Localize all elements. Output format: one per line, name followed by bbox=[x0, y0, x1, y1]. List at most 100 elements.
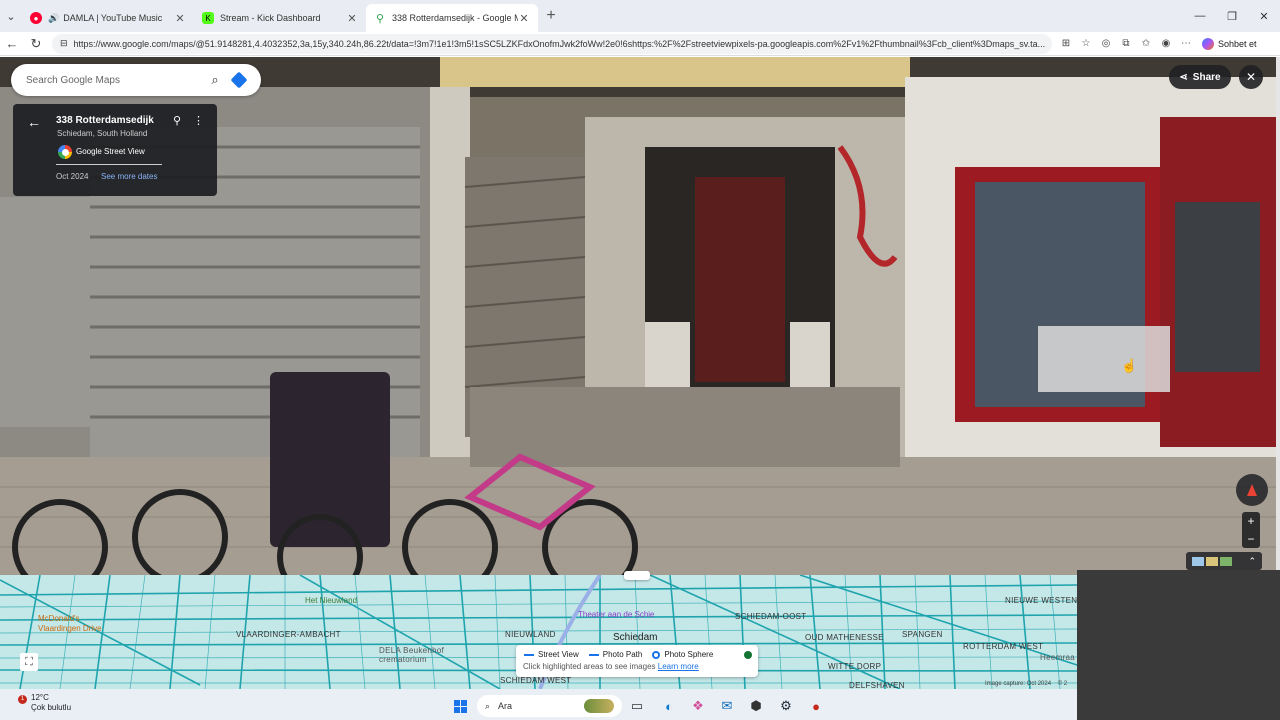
provider-label: Google Street View bbox=[76, 147, 145, 156]
speaker-icon: 🔊 bbox=[48, 12, 60, 23]
close-window-icon[interactable]: ✕ bbox=[1248, 0, 1280, 32]
app-cube-icon[interactable]: ⬢ bbox=[746, 695, 766, 717]
map-credit: Image capture: Oct 2024 © 2 bbox=[985, 681, 1068, 687]
search-icon[interactable]: ⌕ bbox=[203, 72, 227, 88]
search-highlight-image bbox=[584, 699, 614, 713]
map-label[interactable]: DELA Beukenhof crematorium bbox=[379, 646, 454, 664]
google-logo-icon bbox=[58, 145, 72, 159]
tab-title: Stream - Kick Dashboard bbox=[220, 13, 321, 23]
new-tab-button[interactable]: + bbox=[538, 7, 564, 25]
zoom-out-icon[interactable]: − bbox=[1247, 532, 1254, 546]
pegman-dot-icon[interactable] bbox=[744, 651, 752, 659]
expand-up-icon[interactable]: ⌃ bbox=[1248, 556, 1256, 567]
start-button[interactable] bbox=[450, 695, 470, 717]
profile-avatar[interactable]: ◉ bbox=[1156, 38, 1176, 49]
compass-icon[interactable] bbox=[1236, 474, 1268, 506]
tab-google-maps[interactable]: ⚲ 338 Rotterdamsedijk - Google Maps ✕ bbox=[366, 4, 538, 32]
place-subtitle: Schiedam, South Holland bbox=[57, 129, 148, 138]
map-label: VLAARDINGER-AMBACHT bbox=[236, 630, 341, 639]
window-controls: — ❐ ✕ bbox=[1184, 0, 1280, 32]
steam-icon[interactable]: ⚙ bbox=[776, 695, 796, 717]
copilot-icon bbox=[1202, 37, 1214, 50]
place-title: 338 Rotterdamsedijk bbox=[56, 115, 154, 126]
map-layers-switcher[interactable]: ⌃ bbox=[1186, 552, 1262, 570]
map-label: SCHIEDAM WEST bbox=[500, 676, 572, 685]
search-input[interactable]: Search Google Maps bbox=[26, 75, 203, 86]
favorite-star-icon[interactable]: ☆ bbox=[1076, 38, 1096, 49]
map-label: NIEUWE WESTEN bbox=[1005, 596, 1078, 605]
outlook-icon[interactable]: ✉ bbox=[717, 695, 737, 717]
restore-icon[interactable]: ❐ bbox=[1216, 0, 1248, 32]
weather-desc: Çok bulutlu bbox=[31, 703, 72, 712]
zoom-control: + − bbox=[1242, 512, 1260, 548]
map-label: SPANGEN bbox=[902, 630, 943, 639]
capture-date: Oct 2024 bbox=[56, 172, 89, 181]
minimap-side-panel bbox=[1077, 570, 1280, 720]
map-label: NIEUWLAND bbox=[505, 630, 556, 639]
map-label: OUD MATHENESSE bbox=[805, 633, 884, 642]
divider bbox=[56, 164, 162, 165]
share-label: Share bbox=[1192, 71, 1221, 83]
minimap-resize-handle[interactable] bbox=[624, 571, 650, 580]
copilot-app-icon[interactable]: ❖ bbox=[688, 695, 708, 717]
obs-icon[interactable]: ● bbox=[806, 695, 826, 717]
favorites-icon[interactable]: ✩ bbox=[1136, 38, 1156, 49]
site-info-icon[interactable]: ⊟ bbox=[60, 38, 68, 49]
address-bar-row: ← ↻ ⊟ https://www.google.com/maps/@51.91… bbox=[0, 32, 1280, 56]
copilot-button[interactable]: Sohbet et bbox=[1202, 37, 1257, 50]
legend-street-view: Street View bbox=[524, 650, 579, 659]
tracking-icon[interactable]: ◎ bbox=[1096, 38, 1116, 49]
learn-more-link[interactable]: Learn more bbox=[658, 662, 699, 671]
street-view-info-card: ← 338 Rotterdamsedijk Schiedam, South Ho… bbox=[13, 104, 217, 196]
close-street-view-button[interactable]: ✕ bbox=[1239, 65, 1263, 89]
tab-kick-dashboard[interactable]: K Stream - Kick Dashboard ✕ bbox=[194, 4, 366, 32]
edge-browser-icon[interactable]: ◐ bbox=[659, 695, 679, 717]
page-scrollbar[interactable] bbox=[1276, 57, 1280, 570]
minimize-icon[interactable]: — bbox=[1184, 0, 1216, 32]
taskbar-search[interactable]: ⌕ Ara bbox=[477, 695, 622, 717]
map-label[interactable]: Schiedam bbox=[613, 632, 657, 643]
search-icon: ⌕ bbox=[485, 700, 491, 711]
legend-photo-sphere: Photo Sphere bbox=[652, 650, 713, 659]
location-pin-icon[interactable]: ⚲ bbox=[173, 114, 181, 127]
tab-actions-chevron-icon[interactable]: ⌄ bbox=[0, 0, 22, 32]
url-field[interactable]: ⊟ https://www.google.com/maps/@51.914828… bbox=[52, 33, 1052, 54]
directions-icon[interactable] bbox=[227, 71, 251, 89]
map-label: ROTTERDAM WEST bbox=[963, 642, 1044, 651]
map-label: SCHIEDAM-OOST bbox=[735, 612, 807, 621]
map-label: Heemraa bbox=[1040, 653, 1076, 662]
browser-tab-bar: ⌄ ● 🔊 DAMLA | YouTube Music ✕ K Stream -… bbox=[0, 0, 1280, 32]
task-view-icon[interactable]: ▭ bbox=[627, 695, 647, 717]
layer-thumbnail[interactable] bbox=[1220, 556, 1232, 566]
google-maps-icon: ⚲ bbox=[375, 12, 385, 25]
street-view-legend: Street View Photo Path Photo Sphere Clic… bbox=[516, 645, 758, 677]
tab-title: 338 Rotterdamsedijk - Google Maps bbox=[392, 13, 518, 23]
share-icon: ⋖ bbox=[1179, 71, 1188, 83]
extension-icon[interactable]: ⧉ bbox=[1116, 38, 1136, 49]
reload-icon[interactable]: ↻ bbox=[24, 36, 48, 52]
map-label[interactable]: Theater aan de Schie bbox=[578, 610, 655, 619]
back-icon[interactable]: ← bbox=[0, 36, 24, 51]
zoom-in-icon[interactable]: + bbox=[1247, 514, 1254, 528]
close-tab-icon[interactable]: ✕ bbox=[346, 12, 358, 25]
taskbar-search-input[interactable]: Ara bbox=[498, 701, 512, 711]
tab-youtube-music[interactable]: ● 🔊 DAMLA | YouTube Music ✕ bbox=[22, 4, 194, 32]
map-label[interactable]: Het Nieuwland bbox=[305, 596, 357, 605]
legend-photo-path: Photo Path bbox=[588, 650, 642, 659]
expand-map-icon[interactable]: ⛶ bbox=[20, 653, 38, 671]
layer-thumbnail[interactable] bbox=[1206, 556, 1218, 566]
share-button[interactable]: ⋖ Share bbox=[1169, 65, 1231, 89]
notification-badge: 1 bbox=[18, 695, 27, 704]
settings-more-icon[interactable]: ⋯ bbox=[1176, 38, 1196, 49]
blurred-overlay bbox=[1038, 326, 1170, 392]
kick-icon: K bbox=[202, 12, 214, 24]
close-tab-icon[interactable]: ✕ bbox=[174, 12, 186, 25]
back-arrow-icon[interactable]: ← bbox=[27, 114, 41, 130]
maps-search-box[interactable]: Search Google Maps ⌕ bbox=[11, 64, 261, 96]
map-label[interactable]: McDonald's Vlaardingen Drive bbox=[38, 614, 118, 634]
more-options-icon[interactable]: ⋮ bbox=[193, 114, 204, 127]
see-more-dates-link[interactable]: See more dates bbox=[101, 172, 157, 181]
layer-thumbnail[interactable] bbox=[1192, 556, 1204, 566]
close-tab-icon[interactable]: ✕ bbox=[518, 12, 530, 25]
apps-icon[interactable]: ⊞ bbox=[1056, 38, 1076, 49]
